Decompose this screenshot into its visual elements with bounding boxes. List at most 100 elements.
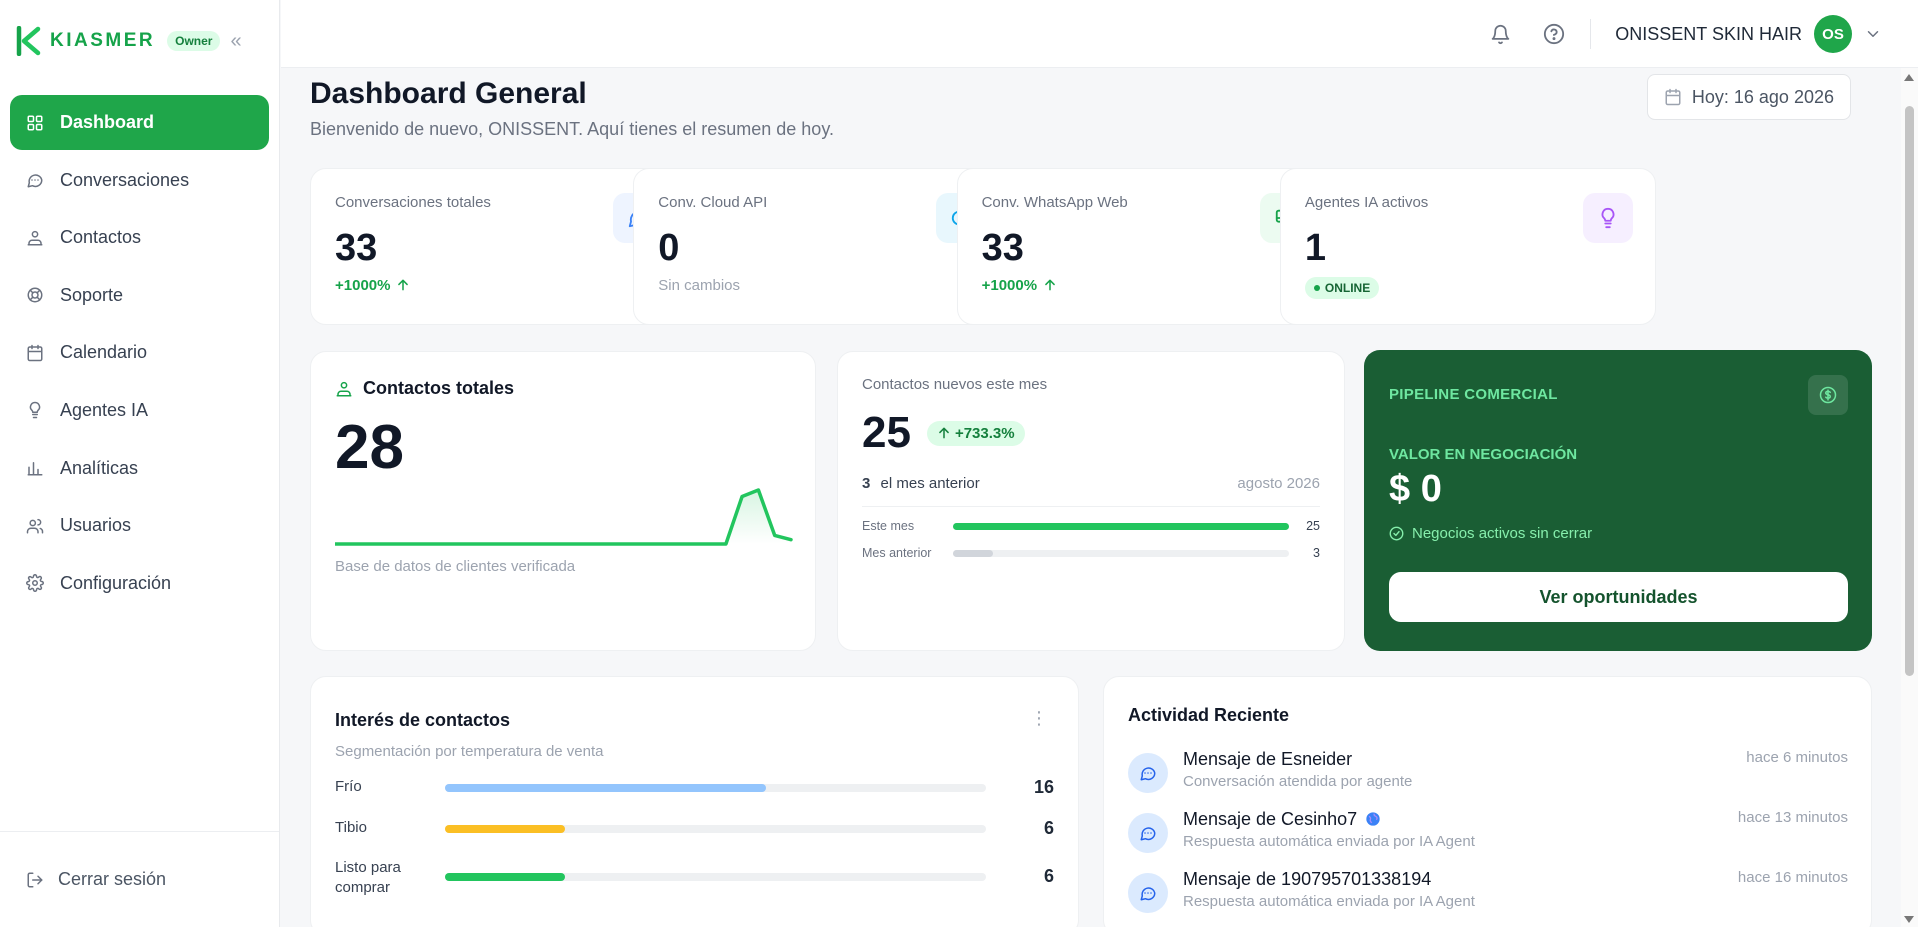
sidebar-nav: Dashboard Conversaciones Contactos Soporte C… — [0, 82, 279, 626]
logout-icon — [26, 871, 44, 889]
notifications-bell-icon[interactable] — [1488, 22, 1512, 46]
logout-label: Cerrar sesión — [58, 869, 167, 889]
activity-card: Actividad Reciente Mensaje de Esneider Co… — [1103, 676, 1872, 927]
stat-value: 33 — [335, 227, 378, 269]
logout-button[interactable]: Cerrar sesión — [0, 831, 279, 927]
activity-subtitle: Conversación atendida por agente — [1183, 773, 1413, 790]
pipeline-card: PIPELINE COMERCIAL VALOR EN NEGOCIACIÓN … — [1364, 350, 1872, 651]
stat-footer: Sin cambios — [658, 277, 740, 294]
interest-value: 6 — [1043, 866, 1054, 886]
bar-value: 25 — [1306, 519, 1320, 533]
interest-bar-track — [445, 784, 986, 792]
sidebar-item-usuarios[interactable]: Usuarios — [10, 498, 269, 553]
collapse-sidebar-icon[interactable]: « — [230, 30, 241, 53]
sidebar-item-calendario[interactable]: Calendario — [10, 325, 269, 380]
stat-card: Conversaciones totales 33 +1000% — [310, 168, 686, 325]
activity-item[interactable]: Mensaje de Cesinho7 Respuesta automática … — [1128, 809, 1848, 865]
chat-icon — [1128, 753, 1168, 793]
scroll-down-arrow[interactable] — [1904, 916, 1914, 923]
status-label: ONLINE — [1324, 281, 1371, 295]
bar-label: Este mes — [862, 519, 915, 533]
status-dot — [1313, 285, 1320, 291]
stat-label: Agentes IA activos — [1304, 194, 1429, 211]
stat-footer: ONLINE — [1304, 277, 1380, 299]
stat-label: Conversaciones totales — [335, 194, 491, 211]
interest-value: 6 — [1043, 818, 1054, 838]
avatar[interactable]: OS — [1814, 15, 1852, 53]
sidebar-item-conversaciones[interactable]: Conversaciones — [10, 153, 269, 208]
period-label: agosto 2026 — [1237, 475, 1320, 492]
contacts-total-value: 28 — [335, 413, 404, 482]
globe-icon — [1365, 811, 1381, 827]
calendar-icon — [1664, 88, 1682, 106]
page-title: Dashboard General — [310, 77, 587, 110]
kiasmer-logo-icon — [16, 26, 41, 56]
sidebar-item-agentes-ia[interactable]: Agentes IA — [10, 383, 269, 438]
sidebar-item-analiticas[interactable]: Analíticas — [10, 441, 269, 496]
sidebar-item-label: Calendario — [60, 342, 148, 363]
stat-value: 33 — [981, 227, 1024, 269]
sidebar-item-dashboard[interactable]: Dashboard — [10, 95, 269, 150]
stat-card: Conv. Cloud API 0 Sin cambios — [633, 168, 1010, 325]
activity-title-text: Mensaje de Cesinho7 — [1183, 809, 1358, 829]
role-badge: Owner — [167, 31, 221, 51]
interest-label: Frío — [335, 778, 362, 795]
activity-item[interactable]: Mensaje de Esneider Conversación atendida… — [1128, 749, 1848, 805]
chat-icon — [1128, 813, 1168, 853]
sidebar-item-label: Conversaciones — [60, 169, 190, 190]
users-icon — [26, 517, 44, 535]
activity-title: Mensaje de 190795701338194 — [1183, 869, 1431, 890]
user-name[interactable]: ONISSENT SKIN HAIR — [1615, 24, 1802, 45]
bulb-icon — [26, 401, 44, 419]
activity-item[interactable]: Mensaje de 190795701338194 Respuesta auto… — [1128, 869, 1848, 925]
pipeline-status: Negocios activos sin cerrar — [1412, 525, 1593, 542]
activity-title: Mensaje de Esneider — [1183, 749, 1352, 770]
grid-icon — [26, 114, 44, 132]
growth-badge: +733.3% — [926, 420, 1025, 446]
gear-icon — [26, 574, 44, 593]
date-picker-button[interactable]: Hoy: 16 ago 2026 — [1646, 74, 1851, 120]
sidebar-item-configuracion[interactable]: Configuración — [10, 556, 269, 611]
page-subtitle: Bienvenido de nuevo, ONISSENT. Aquí tien… — [310, 119, 834, 139]
chevron-down-icon[interactable] — [1864, 25, 1882, 43]
interest-subtitle: Segmentación por temperatura de venta — [335, 743, 604, 760]
scroll-thumb[interactable] — [1905, 106, 1914, 676]
interest-bar-fill — [445, 825, 566, 833]
interest-title: Interés de contactos — [335, 710, 511, 730]
interest-bar-fill — [445, 784, 766, 792]
scrollbar[interactable] — [1901, 68, 1918, 927]
status-badge: ONLINE — [1304, 277, 1380, 299]
contacts-new-title: Contactos nuevos este mes — [862, 376, 1048, 393]
arrow-up-icon — [396, 278, 410, 292]
dollar-icon[interactable] — [1808, 375, 1848, 415]
activity-subtitle: Respuesta automática enviada por IA Agen… — [1183, 833, 1475, 850]
pipeline-subtitle: VALOR EN NEGOCIACIÓN — [1389, 446, 1578, 463]
brand-name: KIASMER — [50, 30, 156, 51]
stat-label: Conv. WhatsApp Web — [981, 194, 1128, 211]
sidebar-item-soporte[interactable]: Soporte — [10, 268, 269, 323]
sidebar-item-label: Dashboard — [60, 112, 155, 132]
more-options-icon[interactable]: ⋮ — [1030, 709, 1048, 727]
contacts-new-value: 25 — [862, 408, 911, 457]
interest-bar-fill — [445, 873, 566, 881]
bulb-icon[interactable] — [1582, 193, 1633, 243]
stat-value: 1 — [1304, 227, 1327, 269]
topbar: ONISSENT SKIN HAIR OS — [281, 0, 1918, 68]
sparkline-line — [335, 488, 793, 546]
arrow-up-icon — [1043, 278, 1057, 292]
calendar-icon — [26, 344, 44, 362]
sidebar-item-contactos[interactable]: Contactos — [10, 210, 269, 265]
bar-fill — [953, 523, 1289, 530]
stat-footer: +1000% — [982, 277, 1057, 294]
brand-logo[interactable]: KIASMER — [16, 26, 155, 56]
contacts-new-card: Contactos nuevos este mes 25 +733.3% 3 e… — [837, 351, 1345, 651]
bar-label: Mes anterior — [862, 546, 932, 560]
view-opportunities-button[interactable]: Ver oportunidades — [1389, 572, 1848, 622]
help-icon[interactable] — [1542, 22, 1566, 46]
bar-value: 3 — [1313, 546, 1320, 560]
contacts-total-title: Contactos totales — [363, 378, 515, 398]
sidebar-item-label: Configuración — [60, 572, 172, 593]
bar-track — [953, 550, 1289, 557]
scroll-up-arrow[interactable] — [1904, 74, 1914, 81]
interest-bar-track — [445, 873, 986, 881]
